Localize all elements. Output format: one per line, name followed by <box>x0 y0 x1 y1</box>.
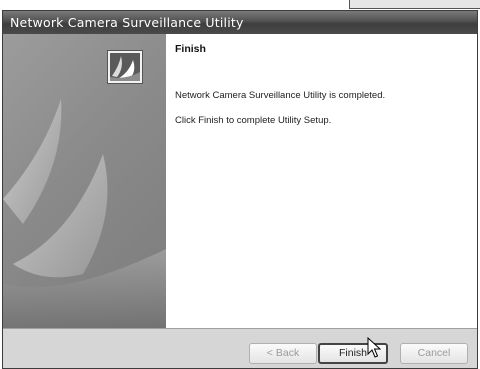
title-bar[interactable]: Network Camera Surveillance Utility <box>3 11 477 34</box>
background-window-edge <box>349 0 480 9</box>
wizard-logo-icon <box>107 50 143 84</box>
content-pane: Finish Network Camera Surveillance Utili… <box>166 34 477 328</box>
setup-wizard-window: Network Camera Surveillance Utility Fini… <box>2 10 478 369</box>
window-title: Network Camera Surveillance Utility <box>10 15 244 30</box>
back-button[interactable]: < Back <box>249 343 317 364</box>
wizard-side-panel <box>3 34 166 328</box>
button-bar: < Back Finish Cancel <box>3 328 477 368</box>
page-heading: Finish <box>175 43 206 55</box>
completion-message: Network Camera Surveillance Utility is c… <box>175 90 386 101</box>
cancel-button[interactable]: Cancel <box>400 343 468 364</box>
mouse-pointer-icon <box>367 336 382 363</box>
background-desktop <box>0 0 480 10</box>
instruction-text: Click Finish to complete Utility Setup. <box>175 115 332 126</box>
